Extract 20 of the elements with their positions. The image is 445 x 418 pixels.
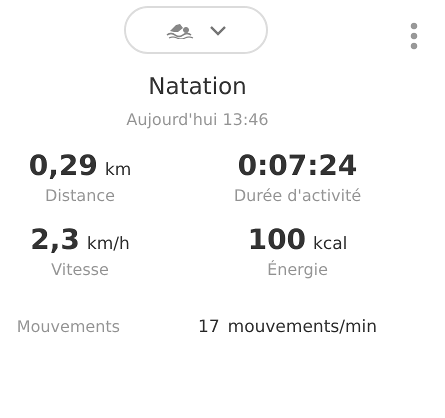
- more-options-icon[interactable]: [410, 22, 418, 50]
- stat-label: Durée d'activité: [232, 186, 362, 205]
- activity-dropdown[interactable]: [124, 6, 268, 54]
- stat-value: 100: [248, 223, 306, 256]
- activity-title: Natation: [147, 74, 248, 100]
- swimmer-icon: [164, 21, 194, 39]
- detail-value: 17: [198, 317, 220, 337]
- stat-label: Énergie: [266, 260, 329, 279]
- stat-unit: km: [104, 160, 132, 180]
- stat-value: 0:07:24: [238, 149, 358, 182]
- stat-label: Distance: [44, 186, 116, 205]
- detail-label: Mouvements: [16, 317, 120, 336]
- stat-unit: kcal: [313, 234, 348, 254]
- stat-label: Vitesse: [50, 260, 110, 279]
- stat-unit: km/h: [86, 234, 130, 254]
- detail-unit: mouvements/min: [228, 317, 377, 337]
- stat-value: 2,3: [30, 223, 80, 256]
- activity-date: Aujourd'hui 13:46: [125, 110, 270, 129]
- stat-value: 0,29: [28, 149, 98, 182]
- chevron-icon: [208, 24, 226, 36]
